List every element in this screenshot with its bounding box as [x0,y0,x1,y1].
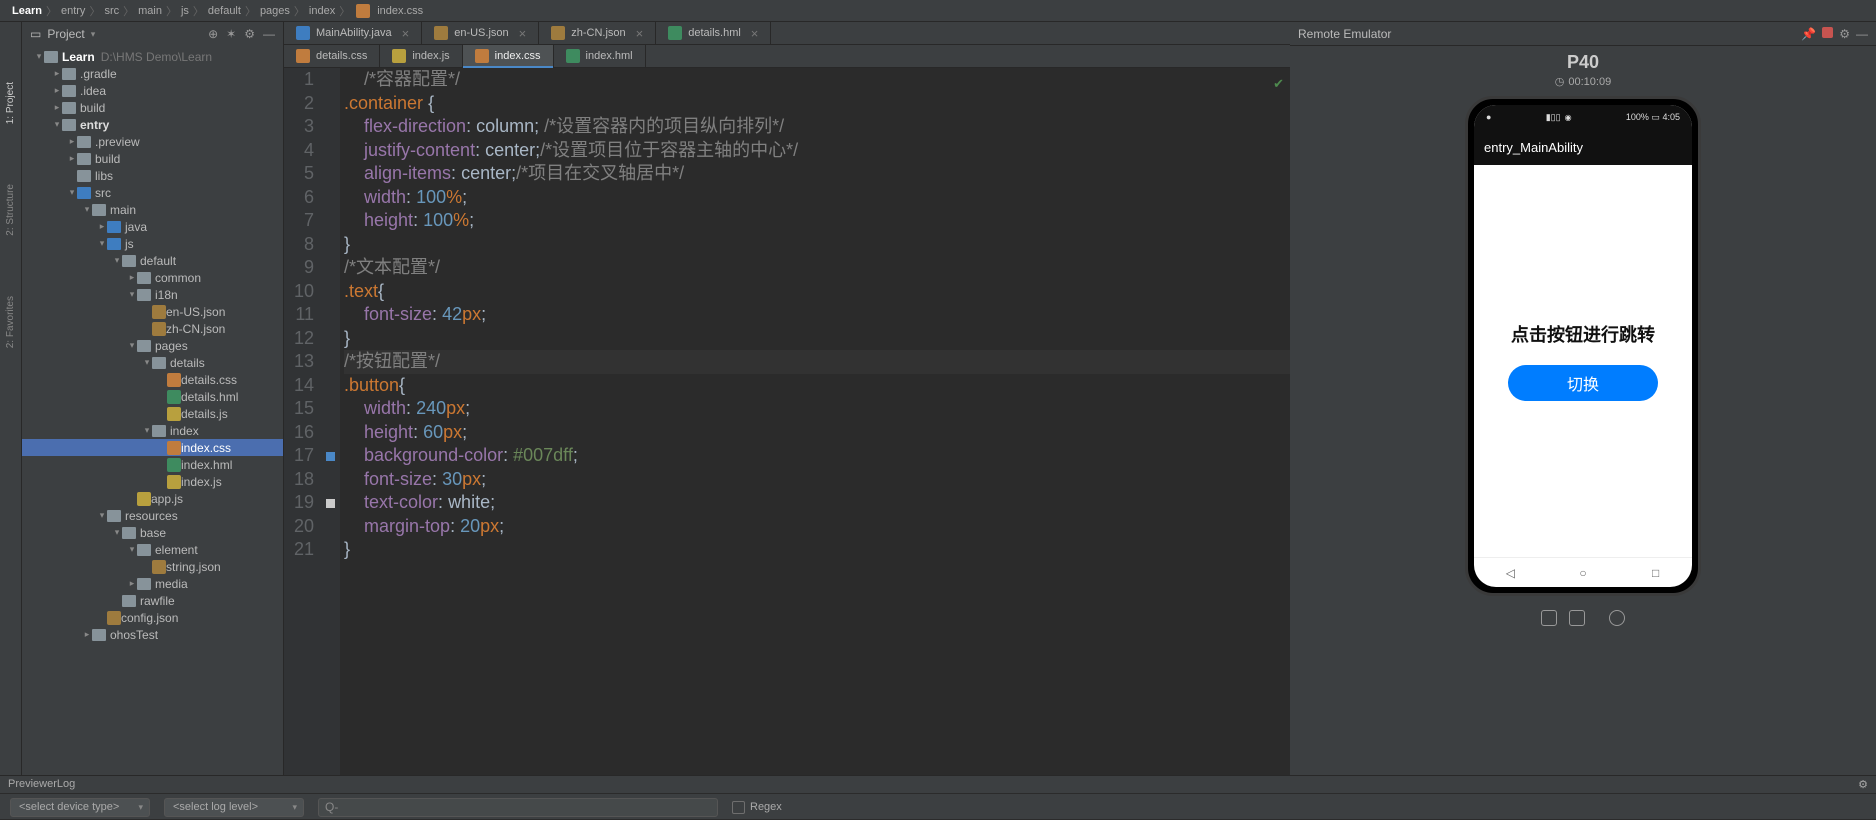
tree-row[interactable]: details.js [22,405,283,422]
nav-home-icon[interactable]: ○ [1575,565,1591,581]
tree-row[interactable]: ▸.preview [22,133,283,150]
nav-recent-icon[interactable]: □ [1648,565,1664,581]
editor-tab[interactable]: MainAbility.java× [284,22,422,44]
gutter-marks [322,68,340,797]
tree-row[interactable]: details.css [22,371,283,388]
project-panel: ▭ Project ▾ ⊕ ✶ ⚙ — ▾ Learn D:\HMS Demo\… [22,22,284,797]
left-rail: 1: Project 2: Structure 2: Favorites [0,22,22,797]
clock-icon: ◷ [1555,75,1565,88]
tree-row[interactable]: ▸ohosTest [22,626,283,643]
emu-rotate-icon[interactable] [1569,610,1585,626]
gear-icon[interactable]: ⚙ [244,27,255,41]
tree-row[interactable]: ▾src [22,184,283,201]
tree-row[interactable]: app.js [22,490,283,507]
close-icon[interactable]: × [402,26,410,41]
project-title[interactable]: Project [47,27,84,41]
tree-row[interactable]: en-US.json [22,303,283,320]
tree-row[interactable]: ▾i18n [22,286,283,303]
emu-fold-icon[interactable] [1541,610,1557,626]
editor-tabs-row1: MainAbility.java×en-US.json×zh-CN.json×d… [284,22,1290,45]
tree-row[interactable]: ▾details [22,354,283,371]
editor-tab[interactable]: details.hml× [656,22,771,44]
tree-root[interactable]: ▾ Learn D:\HMS Demo\Learn [22,48,283,65]
emulator-panel: Remote Emulator 📌 ⚙ — P40 ◷00:10:09 ● ▮▯… [1290,22,1876,797]
locate-icon[interactable]: ⊕ [208,27,218,41]
tree-row[interactable]: config.json [22,609,283,626]
close-icon[interactable]: × [519,26,527,41]
tree-row[interactable]: libs [22,167,283,184]
tree-row[interactable]: ▸common [22,269,283,286]
tree-row[interactable]: ▸build [22,99,283,116]
previewer-log-tab[interactable]: PreviewerLog [8,778,75,791]
tree-row[interactable]: ▾element [22,541,283,558]
tree-row[interactable]: zh-CN.json [22,320,283,337]
editor-tab[interactable]: index.hml [554,45,646,67]
rail-structure[interactable]: 2: Structure [5,184,16,236]
log-level-combo[interactable]: <select log level> [164,798,304,817]
check-icon: ✔ [1273,72,1284,96]
tree-row[interactable]: index.hml [22,456,283,473]
hide-icon[interactable]: — [263,27,275,41]
phone-text: 点击按钮进行跳转 [1511,321,1655,347]
tree-row[interactable]: index.css [22,439,283,456]
phone-frame: ● ▮▯▯◉ 100% ▭ 4:05 entry_MainAbility 点击按… [1465,96,1701,596]
tree-row[interactable]: ▾default [22,252,283,269]
tree-row[interactable]: ▾resources [22,507,283,524]
emulator-toolbar [1541,610,1625,626]
device-name: P40 [1567,52,1599,73]
nav-back-icon[interactable]: ◁ [1502,565,1518,581]
tree-row[interactable]: ▾index [22,422,283,439]
editor-tabs-row2: details.cssindex.jsindex.cssindex.hml [284,45,1290,68]
close-icon[interactable]: × [636,26,644,41]
bottom-bar: PreviewerLog ⚙ <select device type> <sel… [0,775,1876,819]
tree-row[interactable]: string.json [22,558,283,575]
css-icon [356,4,370,18]
tree-row[interactable]: ▾js [22,235,283,252]
emulator-title: Remote Emulator [1298,27,1391,41]
tree-row[interactable]: rawfile [22,592,283,609]
editor-tab[interactable]: en-US.json× [422,22,539,44]
editor-area: MainAbility.java×en-US.json×zh-CN.json×d… [284,22,1290,797]
phone-switch-button[interactable]: 切换 [1508,365,1658,401]
regex-checkbox[interactable]: Regex [732,801,782,814]
tree-row[interactable]: ▾base [22,524,283,541]
phone-statusbar: ● ▮▯▯◉ 100% ▭ 4:05 [1474,105,1692,129]
editor-tab[interactable]: index.css [463,45,554,67]
rail-project[interactable]: 1: Project [5,82,16,124]
tree-row[interactable]: details.hml [22,388,283,405]
editor-tab[interactable]: zh-CN.json× [539,22,656,44]
project-dropdown-icon[interactable]: ▭ [30,27,41,41]
tree-row[interactable]: ▾entry [22,116,283,133]
pin-icon[interactable]: 📌 [1801,27,1816,41]
project-tree[interactable]: ▾ Learn D:\HMS Demo\Learn ▸.gradle▸.idea… [22,46,283,797]
tree-row[interactable]: index.js [22,473,283,490]
expand-icon[interactable]: ✶ [226,27,236,41]
close-icon[interactable]: × [751,26,759,41]
code-editor[interactable]: 123456789101112131415161718192021 /*容器配置… [284,68,1290,797]
rail-favorites[interactable]: 2: Favorites [5,296,16,348]
tree-row[interactable]: ▸media [22,575,283,592]
emulator-gear-icon[interactable]: ⚙ [1839,27,1850,41]
tree-row[interactable]: ▸.idea [22,82,283,99]
editor-tab[interactable]: index.js [380,45,462,67]
emu-home-icon[interactable] [1609,610,1625,626]
emulator-hide-icon[interactable]: — [1856,27,1868,41]
tree-row[interactable]: ▸.gradle [22,65,283,82]
editor-tab[interactable]: details.css [284,45,380,67]
tree-row[interactable]: ▾main [22,201,283,218]
tree-row[interactable]: ▾pages [22,337,283,354]
phone-appbar: entry_MainAbility [1474,129,1692,165]
tree-row[interactable]: ▸build [22,150,283,167]
bottom-gear-icon[interactable]: ⚙ [1858,778,1868,791]
log-search-input[interactable]: Q- [318,798,718,817]
line-gutter: 123456789101112131415161718192021 [284,68,322,797]
device-type-combo[interactable]: <select device type> [10,798,150,817]
tree-row[interactable]: ▸java [22,218,283,235]
phone-navbar: ◁ ○ □ [1474,557,1692,587]
device-elapsed: ◷00:10:09 [1555,75,1611,88]
stop-button[interactable] [1822,27,1833,38]
breadcrumb: Learn〉 entry〉 src〉 main〉 js〉 default〉 pa… [0,0,1876,22]
